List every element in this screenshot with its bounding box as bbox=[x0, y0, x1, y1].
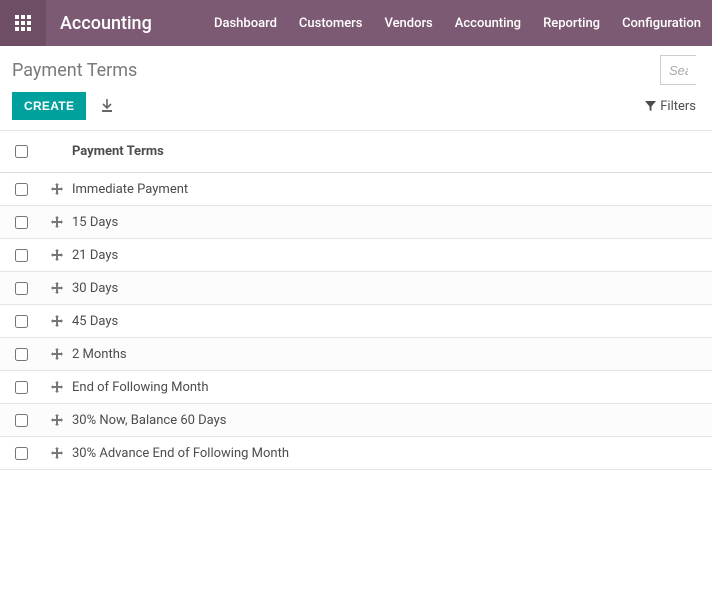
row-checkbox-cell bbox=[0, 381, 42, 394]
select-all-cell bbox=[0, 145, 42, 158]
table-row[interactable]: End of Following Month bbox=[0, 371, 712, 404]
row-checkbox-cell bbox=[0, 249, 42, 262]
table-header-row: Payment Terms bbox=[0, 131, 712, 173]
select-all-checkbox[interactable] bbox=[15, 145, 28, 158]
drag-handle[interactable] bbox=[42, 348, 72, 360]
row-name: Immediate Payment bbox=[72, 182, 188, 197]
row-name: 30% Advance End of Following Month bbox=[72, 446, 289, 461]
drag-handle[interactable] bbox=[42, 216, 72, 228]
row-checkbox[interactable] bbox=[15, 348, 28, 361]
filters-button[interactable]: Filters bbox=[645, 99, 696, 114]
table-row[interactable]: 45 Days bbox=[0, 305, 712, 338]
search-input[interactable] bbox=[660, 55, 696, 85]
row-checkbox[interactable] bbox=[15, 282, 28, 295]
row-checkbox[interactable] bbox=[15, 315, 28, 328]
table-row[interactable]: Immediate Payment bbox=[0, 173, 712, 206]
table-row[interactable]: 2 Months bbox=[0, 338, 712, 371]
app-brand[interactable]: Accounting bbox=[46, 13, 172, 34]
row-checkbox-cell bbox=[0, 216, 42, 229]
row-name: 2 Months bbox=[72, 347, 127, 362]
move-icon bbox=[51, 183, 63, 195]
row-name: 15 Days bbox=[72, 215, 118, 230]
payment-terms-table: Payment Terms Immediate Payment 15 Days 21… bbox=[0, 131, 712, 470]
table-row[interactable]: 30% Now, Balance 60 Days bbox=[0, 404, 712, 437]
table-row[interactable]: 15 Days bbox=[0, 206, 712, 239]
row-checkbox[interactable] bbox=[15, 183, 28, 196]
row-name: 30% Now, Balance 60 Days bbox=[72, 413, 227, 428]
row-name: 45 Days bbox=[72, 314, 118, 329]
nav-item-vendors[interactable]: Vendors bbox=[373, 0, 443, 46]
move-icon bbox=[51, 348, 63, 360]
move-icon bbox=[51, 216, 63, 228]
row-name: End of Following Month bbox=[72, 380, 208, 395]
table-row[interactable]: 30% Advance End of Following Month bbox=[0, 437, 712, 470]
nav-item-dashboard[interactable]: Dashboard bbox=[203, 0, 288, 46]
apps-menu-button[interactable] bbox=[0, 0, 46, 46]
move-icon bbox=[51, 282, 63, 294]
row-checkbox-cell bbox=[0, 315, 42, 328]
move-icon bbox=[51, 447, 63, 459]
row-name: 21 Days bbox=[72, 248, 118, 263]
drag-handle[interactable] bbox=[42, 447, 72, 459]
breadcrumb-bar: Payment Terms bbox=[0, 46, 712, 86]
row-checkbox[interactable] bbox=[15, 381, 28, 394]
row-checkbox-cell bbox=[0, 183, 42, 196]
move-icon bbox=[51, 414, 63, 426]
row-checkbox[interactable] bbox=[15, 216, 28, 229]
import-button[interactable] bbox=[100, 99, 114, 113]
controls-bar: CREATE Filters bbox=[0, 86, 712, 131]
nav-item-customers[interactable]: Customers bbox=[288, 0, 374, 46]
top-navbar: Accounting Dashboard Customers Vendors A… bbox=[0, 0, 712, 46]
apps-grid-icon bbox=[15, 15, 31, 31]
filter-icon bbox=[645, 101, 656, 112]
row-checkbox-cell bbox=[0, 282, 42, 295]
nav-item-configuration[interactable]: Configuration bbox=[611, 0, 712, 46]
nav-item-reporting[interactable]: Reporting bbox=[532, 0, 611, 46]
row-checkbox-cell bbox=[0, 414, 42, 427]
download-icon bbox=[100, 99, 114, 113]
table-row[interactable]: 30 Days bbox=[0, 272, 712, 305]
move-icon bbox=[51, 381, 63, 393]
drag-handle[interactable] bbox=[42, 282, 72, 294]
move-icon bbox=[51, 249, 63, 261]
drag-handle[interactable] bbox=[42, 315, 72, 327]
table-row[interactable]: 21 Days bbox=[0, 239, 712, 272]
row-checkbox[interactable] bbox=[15, 447, 28, 460]
drag-handle[interactable] bbox=[42, 249, 72, 261]
drag-handle[interactable] bbox=[42, 414, 72, 426]
column-header-name[interactable]: Payment Terms bbox=[72, 144, 164, 159]
row-checkbox[interactable] bbox=[15, 249, 28, 262]
nav-item-accounting[interactable]: Accounting bbox=[444, 0, 532, 46]
drag-handle[interactable] bbox=[42, 381, 72, 393]
row-name: 30 Days bbox=[72, 281, 118, 296]
page-title: Payment Terms bbox=[12, 60, 137, 81]
row-checkbox-cell bbox=[0, 447, 42, 460]
filters-label: Filters bbox=[660, 99, 696, 114]
search-wrap bbox=[660, 55, 696, 85]
move-icon bbox=[51, 315, 63, 327]
create-button[interactable]: CREATE bbox=[12, 92, 86, 120]
drag-handle[interactable] bbox=[42, 183, 72, 195]
row-checkbox-cell bbox=[0, 348, 42, 361]
row-checkbox[interactable] bbox=[15, 414, 28, 427]
